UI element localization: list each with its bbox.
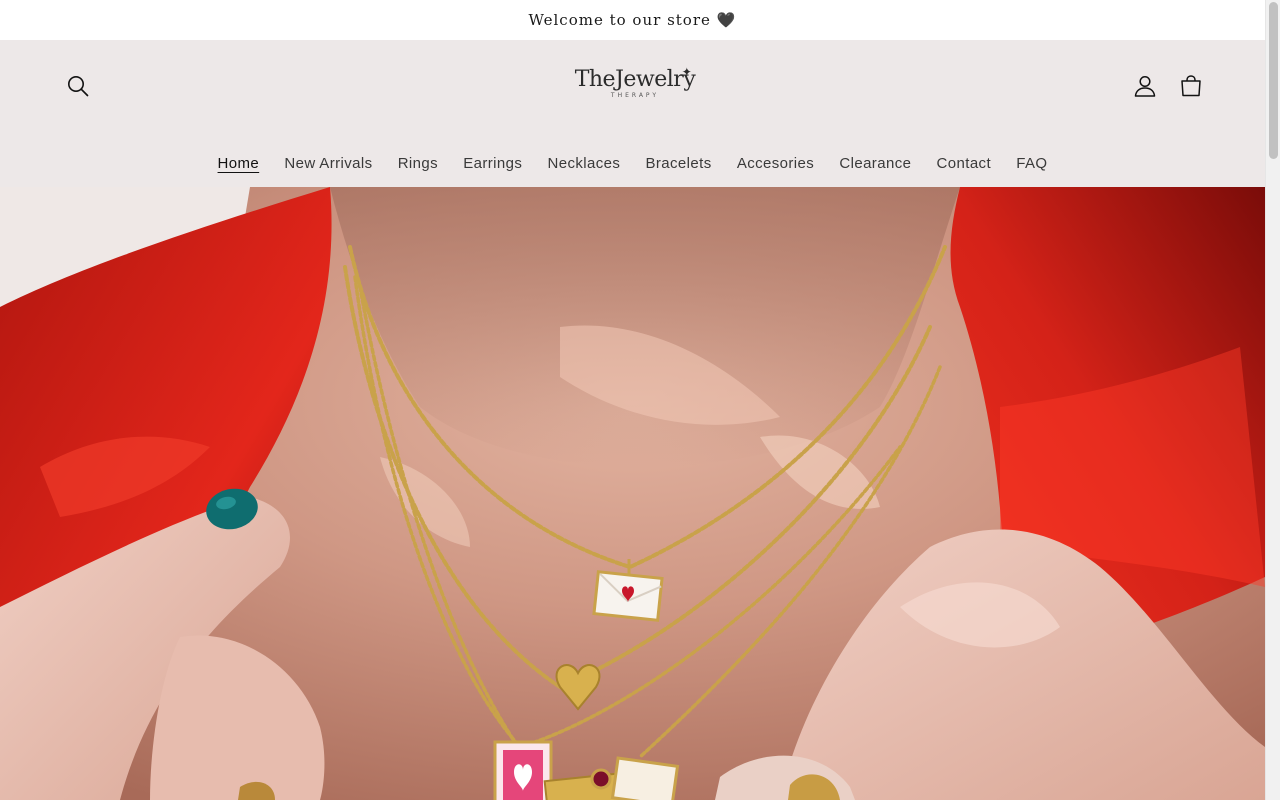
nav-item-accesories[interactable]: Accesories [724, 153, 827, 175]
announcement-text: Welcome to our store [528, 11, 711, 29]
page-scrollbar[interactable] [1265, 0, 1280, 800]
store-logo[interactable]: TheJewelry ✦ THERAPY [570, 65, 700, 116]
scrollbar-thumb[interactable] [1269, 2, 1278, 159]
black-heart-icon: 🖤 [716, 11, 737, 29]
nav-item-home[interactable]: Home [205, 153, 272, 175]
sparkle-icon: ✦ [681, 65, 692, 79]
announcement-bar: Welcome to our store 🖤 [0, 0, 1265, 40]
nav-item-necklaces[interactable]: Necklaces [535, 153, 633, 175]
search-button[interactable] [62, 70, 94, 102]
nav-item-faq[interactable]: FAQ [1004, 153, 1060, 175]
nav-item-clearance[interactable]: Clearance [827, 153, 924, 175]
hero-image [0, 187, 1265, 800]
main-nav: Home New Arrivals Rings Earrings Necklac… [0, 153, 1265, 175]
account-button[interactable] [1129, 70, 1161, 102]
nav-item-new-arrivals[interactable]: New Arrivals [272, 153, 385, 175]
account-icon [1134, 75, 1156, 97]
hero-banner[interactable] [0, 187, 1265, 800]
site-header: TheJewelry ✦ THERAPY Home New Arrivals R… [0, 40, 1265, 187]
nav-item-rings[interactable]: Rings [385, 153, 451, 175]
logo-text: TheJewelry [574, 67, 696, 92]
cart-button[interactable] [1175, 70, 1207, 102]
nav-item-contact[interactable]: Contact [924, 153, 1004, 175]
nav-item-bracelets[interactable]: Bracelets [633, 153, 724, 175]
cart-icon [1181, 75, 1201, 97]
nav-item-earrings[interactable]: Earrings [451, 153, 535, 175]
search-icon [68, 76, 89, 97]
